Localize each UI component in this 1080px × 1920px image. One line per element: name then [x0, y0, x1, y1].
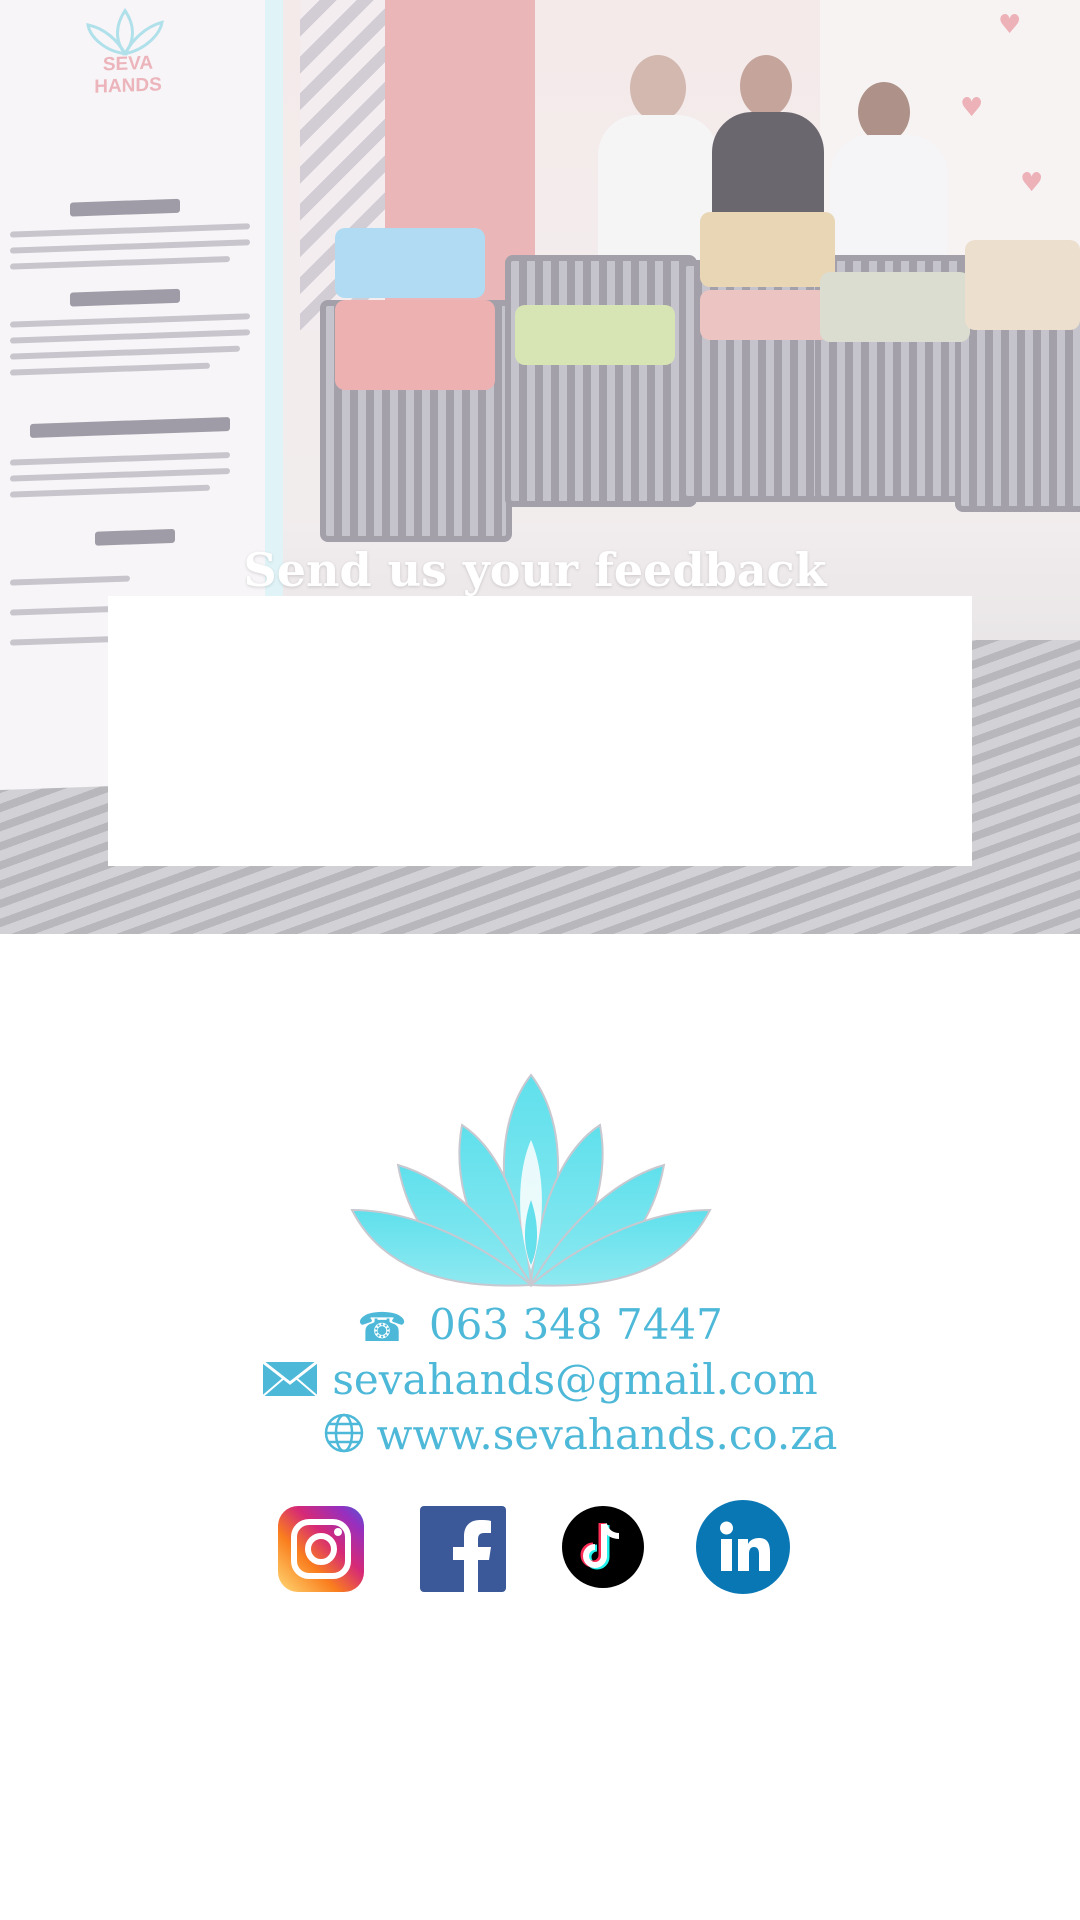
website-row[interactable]: www.sevahands.co.za — [40, 1410, 1080, 1465]
feedback-title: Send us your feedback — [243, 542, 827, 597]
facebook-icon[interactable] — [420, 1506, 506, 1592]
envelope-icon — [262, 1358, 319, 1408]
website-link[interactable]: www.sevahands.co.za — [377, 1410, 838, 1459]
phone-row[interactable]: ☎ 063 348 7447 — [0, 1300, 1080, 1353]
email-row[interactable]: sevahands@gmail.com — [0, 1355, 1080, 1408]
feedback-form-frame[interactable] — [108, 596, 972, 866]
globe-icon — [323, 1412, 365, 1465]
linkedin-icon[interactable] — [696, 1500, 790, 1594]
lotus-logo — [350, 1073, 712, 1288]
email-address[interactable]: sevahands@gmail.com — [332, 1355, 817, 1404]
phone-number[interactable]: 063 348 7447 — [429, 1300, 723, 1349]
phone-icon: ☎ — [357, 1305, 407, 1351]
tiktok-icon[interactable] — [562, 1506, 648, 1592]
instagram-icon[interactable] — [278, 1506, 364, 1592]
hero-section: ♥ ♥ ♥ SEVA HANDS Send us your feedback — [0, 0, 1080, 934]
